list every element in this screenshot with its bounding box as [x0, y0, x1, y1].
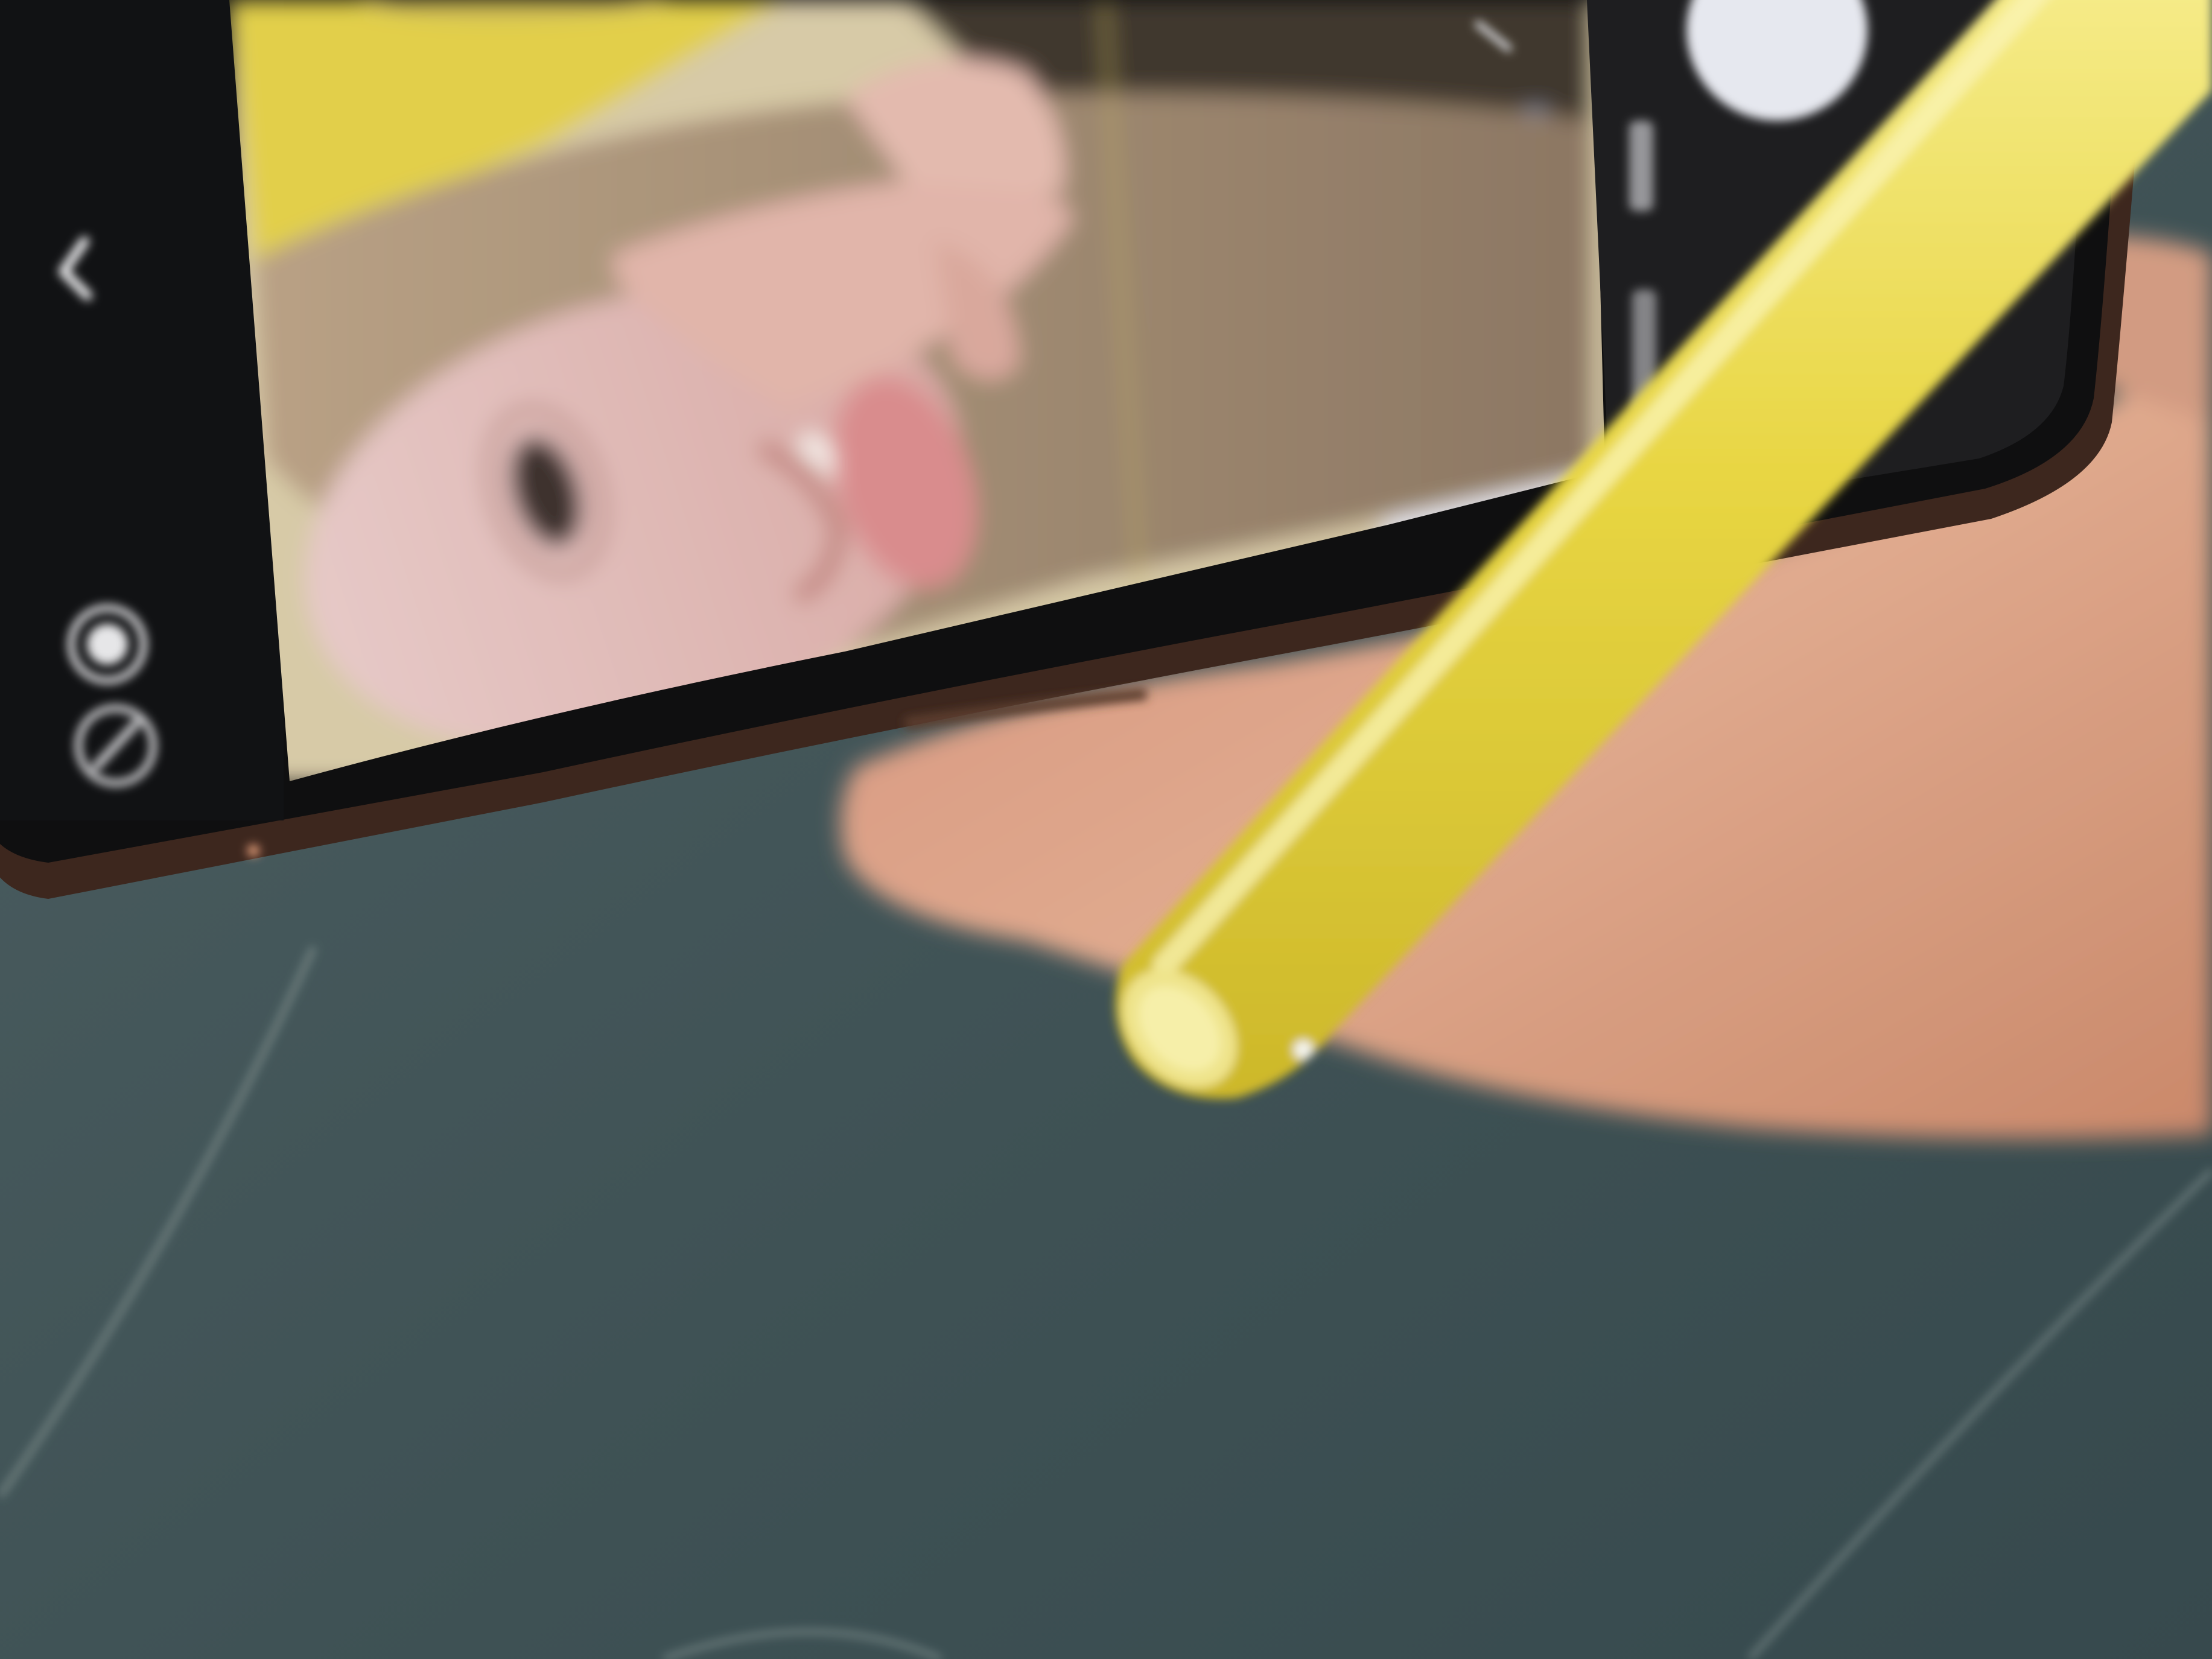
photo-scene [0, 0, 2212, 1659]
photo-haze [0, 0, 2212, 1659]
photo-canvas [0, 0, 2212, 1659]
